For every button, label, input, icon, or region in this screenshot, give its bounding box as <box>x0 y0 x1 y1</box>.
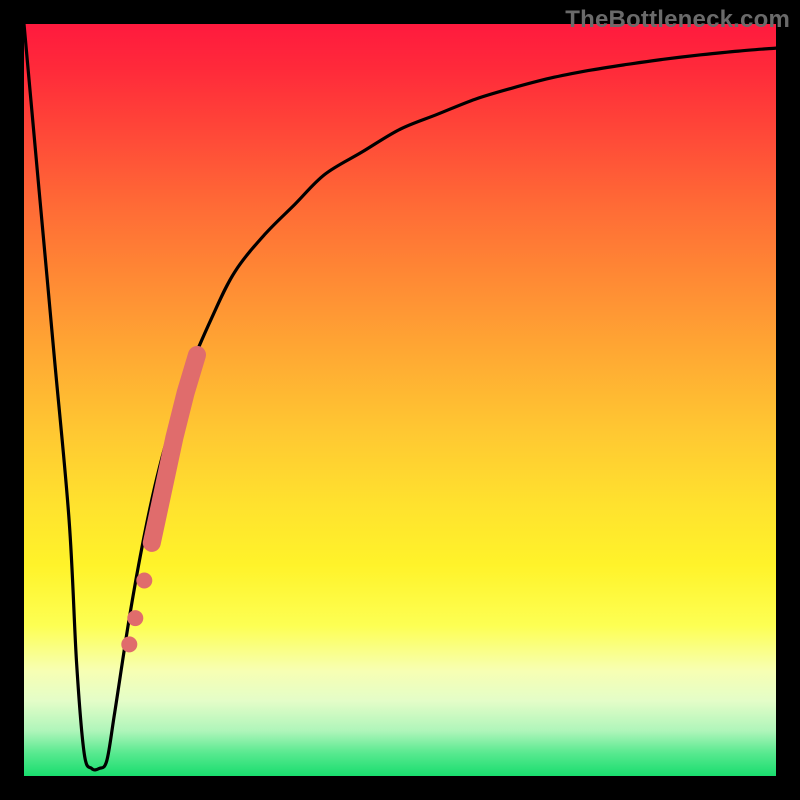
highlight-thick <box>152 355 197 543</box>
highlight-dot <box>136 573 152 589</box>
chart-svg <box>24 24 776 776</box>
chart-plot-area <box>24 24 776 776</box>
highlight-dot <box>121 636 137 652</box>
chart-frame: TheBottleneck.com <box>0 0 800 800</box>
highlight-segment <box>121 355 197 653</box>
highlight-dot <box>127 610 143 626</box>
watermark-label: TheBottleneck.com <box>565 6 790 34</box>
bottleneck-curve <box>24 24 776 770</box>
